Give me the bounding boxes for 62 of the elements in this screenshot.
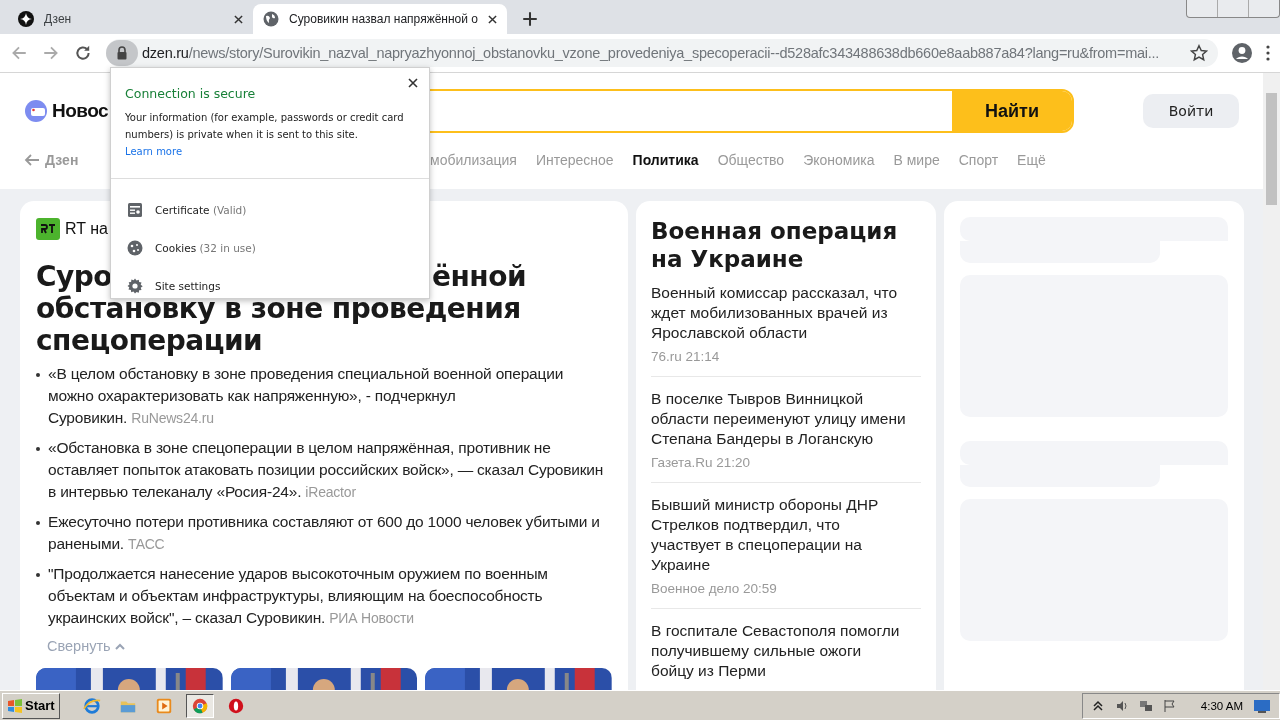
- popup-menu-item[interactable]: Certificate (Valid): [111, 191, 429, 229]
- network-icon[interactable]: [1138, 698, 1153, 713]
- news-link[interactable]: Военный комиссар рассказал, что ждет мобилизованных врачей из Ярославской области: [651, 283, 906, 343]
- headline-text: ённой: [432, 261, 527, 293]
- show-desktop-icon[interactable]: [1253, 697, 1271, 714]
- globe-icon: [263, 11, 279, 27]
- news-link[interactable]: В госпитале Севастополя помогли получившему сильные ожоги бойцу из Перми: [651, 621, 906, 681]
- news-link[interactable]: Бывший министр обороны ДНР Стрелков подтвердил, что участвует в спецоперации на Украине: [651, 495, 906, 575]
- quote-text: «В целом обстановку в зоне проведения специальной военной операции можно охарактеризовать как напряженную», - подчеркнул Суровикин. RuNews24.ru: [48, 364, 565, 428]
- headline-text: обстановку в зоне проведения: [36, 293, 522, 325]
- clock[interactable]: 4:30 AM: [1200, 699, 1243, 712]
- chrome-icon[interactable]: [190, 696, 209, 715]
- new-tab-icon[interactable]: [520, 10, 539, 28]
- news-logo-icon[interactable]: [24, 99, 48, 123]
- browser-e-icon[interactable]: [82, 696, 101, 715]
- bullet-dot: [36, 573, 40, 577]
- back-arrow-icon[interactable]: [24, 154, 40, 166]
- popup-title: Connection is secure: [125, 86, 257, 101]
- popup-menu-item[interactable]: Cookies (32 in use): [111, 229, 429, 267]
- news-meta: 76.ru 21:14: [651, 349, 721, 364]
- browser-tab[interactable]: Суровикин назвал напряжённой о: [253, 4, 507, 34]
- close-icon[interactable]: [487, 14, 497, 24]
- url-text: dzen.ru/news/story/Surovikin_nazval_napryazhyonnoj_obstanovku_vzone_provedeniya_specoperacii--d528afc343488638db660e8aab887a84?lang=ru&from=mai...: [142, 45, 1161, 61]
- search-button[interactable]: Найти: [952, 91, 1072, 131]
- cookie-icon: [127, 240, 143, 256]
- news-meta: Газета.Ru 21:20: [651, 455, 752, 470]
- bullet-dot: [36, 521, 40, 525]
- sidebar-title: Военная операция на Украине: [651, 217, 899, 273]
- headline-text: спецоперации: [36, 325, 264, 357]
- certificate-icon: [127, 202, 143, 218]
- news-link[interactable]: В поселке Тывров Винницкой области переименуют улицу имени Степана Бандеры в Логанскую: [651, 389, 906, 449]
- bullet-dot: [36, 373, 40, 377]
- window-controls[interactable]: [1186, 0, 1280, 18]
- start-button[interactable]: Start: [2, 692, 60, 719]
- login-button[interactable]: Войти: [1143, 94, 1239, 128]
- quote-text: «Обстановка в зоне спецоперации в целом напряжённая, противник не оставляет попыток атаковать позиции российских войск», — сказал Суровикин в интервью телеканалу «Росия-24». iReactor: [48, 438, 605, 502]
- opera-icon[interactable]: [226, 696, 245, 715]
- site-logo-text[interactable]: Новос: [52, 100, 109, 122]
- browser-tab[interactable]: Дзен: [8, 4, 253, 34]
- headline-text: Суро: [36, 261, 113, 293]
- lock-icon[interactable]: [116, 46, 128, 60]
- quote-text: "Продолжается нанесение ударов высокоточным оружием по военным объектам и объектам инфраструктуры, влияющим на боеспособность украинских войск", – сказал Суровикин. РИА Новости: [48, 564, 549, 628]
- menu-icon[interactable]: [1266, 45, 1270, 61]
- quote-text: Ежесуточно потери противника составляют от 600 до 1000 человек убитыми и ранеными. ТАСС: [48, 512, 601, 554]
- settings-icon: [127, 278, 143, 294]
- address-bar[interactable]: dzen.ru/news/story/Surovikin_nazval_napryazhyonnoj_obstanovku_vzone_provedeniya_specoperacii--d528afc343488638db660e8aab887a84?lang=ru&from=mai...: [106, 39, 1218, 67]
- dzen-logo-icon: [18, 11, 34, 27]
- profile-icon[interactable]: [1232, 43, 1252, 63]
- site-info-button[interactable]: [106, 40, 138, 66]
- bullet-dot: [36, 447, 40, 451]
- media-player-icon[interactable]: [154, 696, 173, 715]
- nav-tab[interactable]: Политика: [632, 152, 699, 168]
- source-name[interactable]: RT на: [65, 220, 108, 238]
- reload-icon[interactable]: [74, 44, 92, 62]
- news-meta: Военное дело 20:59: [651, 581, 778, 596]
- taskbar-app-button[interactable]: [185, 693, 214, 718]
- rt-logo-icon: [36, 218, 60, 240]
- flag-icon[interactable]: [1162, 698, 1177, 713]
- close-icon[interactable]: [234, 14, 243, 24]
- star-icon[interactable]: [1190, 44, 1208, 62]
- close-icon[interactable]: [408, 78, 418, 88]
- learn-more-link[interactable]: Learn more: [125, 146, 183, 157]
